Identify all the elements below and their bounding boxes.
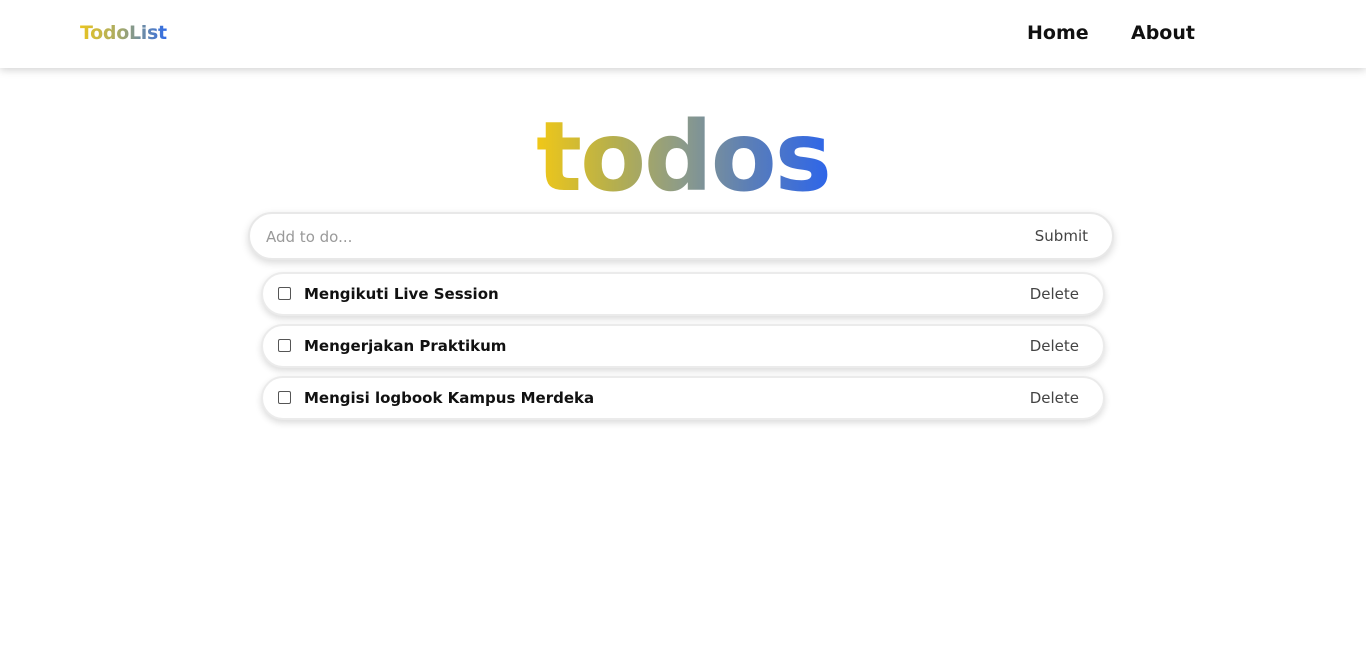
nav-link-home[interactable]: Home (1027, 22, 1089, 44)
add-todo-form: Submit (248, 212, 1114, 260)
todo-item: Mengerjakan Praktikum Delete (261, 324, 1105, 368)
page-title: todos (0, 102, 1366, 212)
todo-item: Mengikuti Live Session Delete (261, 272, 1105, 316)
nav-link-about[interactable]: About (1131, 22, 1195, 44)
todo-list: Mengikuti Live Session Delete Mengerjaka… (261, 272, 1105, 428)
delete-button[interactable]: Delete (1030, 389, 1079, 407)
todo-checkbox[interactable] (278, 391, 291, 404)
todo-text: Mengikuti Live Session (304, 285, 499, 303)
submit-button[interactable]: Submit (1035, 227, 1088, 245)
navbar: TodoList Home About (0, 0, 1366, 68)
todo-checkbox[interactable] (278, 287, 291, 300)
page-title-text: todos (536, 101, 832, 213)
todo-checkbox[interactable] (278, 339, 291, 352)
brand-logo[interactable]: TodoList (80, 22, 167, 44)
todo-text: Mengisi logbook Kampus Merdeka (304, 389, 595, 407)
add-todo-input[interactable] (266, 214, 1006, 260)
delete-button[interactable]: Delete (1030, 337, 1079, 355)
todo-text: Mengerjakan Praktikum (304, 337, 507, 355)
delete-button[interactable]: Delete (1030, 285, 1079, 303)
todo-item: Mengisi logbook Kampus Merdeka Delete (261, 376, 1105, 420)
